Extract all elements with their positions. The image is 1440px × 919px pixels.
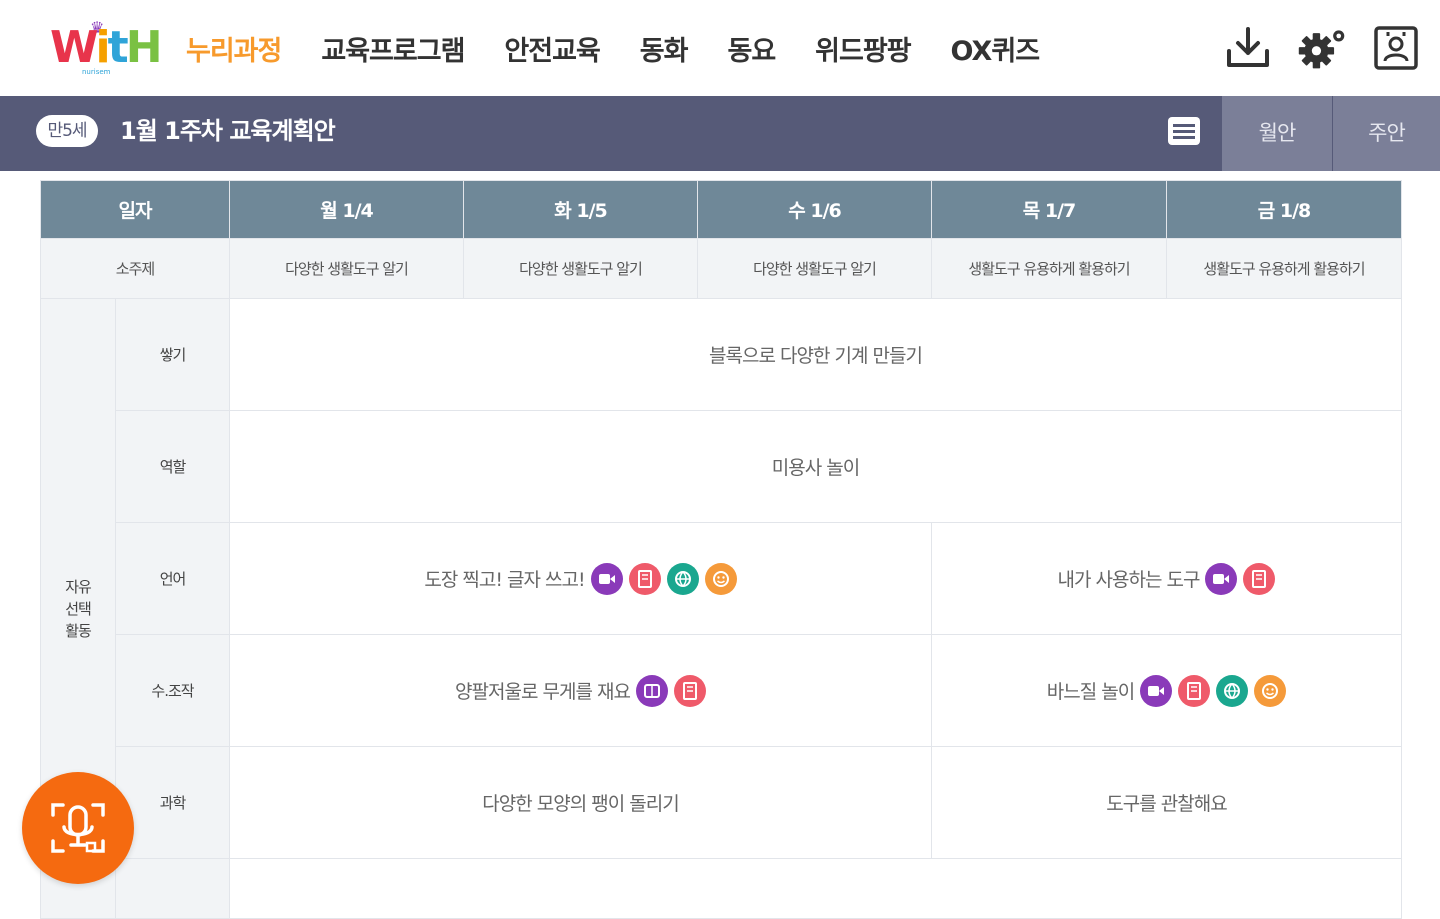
settings-icon[interactable] — [1296, 24, 1348, 72]
profile-icon[interactable] — [1370, 24, 1422, 72]
activity-cell[interactable]: 블록으로 다양한 기계 만들기 — [229, 298, 1402, 411]
activity-title[interactable]: 블록으로 다양한 기계 만들기 — [709, 345, 923, 367]
activity-cell[interactable]: 미용사 놀이 — [229, 410, 1402, 523]
activity-link[interactable]: 도장 찍고! 글자 쓰고! — [424, 562, 737, 595]
tab-weekly-plan[interactable]: 주안 — [1333, 96, 1440, 171]
nav-fairy-tale[interactable]: 동화 — [640, 29, 689, 68]
subtopic-thu: 생활도구 유용하게 활용하기 — [931, 238, 1167, 299]
table-row: 역할 미용사 놀이 — [41, 410, 1402, 523]
weekly-plan-table: 일자 월 1/4 화 1/5 수 1/6 목 1/7 금 1/8 소주제 다양한… — [40, 180, 1402, 919]
activity-title[interactable]: 다양한 모양의 팽이 돌리기 — [482, 793, 679, 815]
subtopic-label: 소주제 — [40, 238, 230, 299]
activity-cell: 바느질 놀이 — [931, 634, 1402, 747]
nav-nuri-curriculum[interactable]: 누리과정 — [186, 29, 282, 68]
table-row — [41, 858, 1402, 919]
list-view-icon[interactable] — [1166, 114, 1202, 148]
video-icon[interactable] — [1205, 562, 1238, 595]
download-icon[interactable] — [1222, 24, 1274, 72]
page-title: 1월 1주차 교육계획안 — [120, 117, 336, 145]
video-icon[interactable] — [590, 562, 623, 595]
column-header-wed: 수 1/6 — [697, 180, 932, 239]
globe-icon[interactable] — [1216, 674, 1249, 707]
activity-cell[interactable]: 도구를 관찰해요 — [931, 746, 1402, 859]
logo-wordmark: WitH — [50, 22, 163, 73]
book-icon[interactable] — [628, 562, 661, 595]
table-row: 과학 다양한 모양의 팽이 돌리기 도구를 관찰해요 — [41, 746, 1402, 859]
column-header-date: 일자 — [40, 180, 230, 239]
subtopic-tue: 다양한 생활도구 알기 — [463, 238, 698, 299]
column-header-fri: 금 1/8 — [1166, 180, 1402, 239]
area-label: 수.조작 — [115, 634, 230, 747]
voice-mic-icon — [51, 803, 105, 853]
nav-education-program[interactable]: 교육프로그램 — [321, 29, 465, 68]
top-navigation: ♛ WitH nurisem 누리과정 교육프로그램 안전교육 동화 동요 위드… — [0, 0, 1440, 96]
area-label — [115, 858, 230, 919]
area-label: 언어 — [115, 522, 230, 635]
ebook-icon[interactable] — [635, 674, 668, 707]
nav-ox-quiz[interactable]: OX퀴즈 — [951, 29, 1040, 68]
subtopic-mon: 다양한 생활도구 알기 — [229, 238, 464, 299]
voice-mic-button[interactable] — [22, 772, 134, 884]
logo-subtext: nurisem — [82, 68, 111, 76]
book-icon[interactable] — [1178, 674, 1211, 707]
table-row: 언어 도장 찍고! 글자 쓰고! 내가 사용하는 도구 — [41, 522, 1402, 635]
table-row: 수.조작 양팔저울로 무게를 재요 바느질 놀이 — [41, 634, 1402, 747]
activity-title[interactable]: 양팔저울로 무게를 재요 — [455, 677, 631, 704]
header-actions — [1200, 24, 1422, 72]
column-header-tue: 화 1/5 — [463, 180, 698, 239]
age-badge: 만5세 — [36, 115, 98, 147]
book-icon[interactable] — [1243, 562, 1276, 595]
activity-link[interactable]: 내가 사용하는 도구 — [1058, 562, 1276, 595]
area-label: 쌓기 — [115, 298, 230, 411]
activity-cell[interactable]: 다양한 모양의 팽이 돌리기 — [229, 746, 932, 859]
activity-link[interactable]: 바느질 놀이 — [1047, 674, 1287, 707]
nav-safety-education[interactable]: 안전교육 — [504, 29, 600, 68]
activity-title[interactable]: 도장 찍고! 글자 쓰고! — [424, 565, 585, 592]
subtopic-fri: 생활도구 유용하게 활용하기 — [1166, 238, 1402, 299]
main-menu: 누리과정 교육프로그램 안전교육 동화 동요 위드팡팡 OX퀴즈 — [186, 28, 1079, 68]
subtopic-row: 소주제 다양한 생활도구 알기 다양한 생활도구 알기 다양한 생활도구 알기 … — [40, 238, 1402, 299]
activity-title[interactable]: 도구를 관찰해요 — [1106, 793, 1227, 815]
column-header-mon: 월 1/4 — [229, 180, 464, 239]
nav-children-song[interactable]: 동요 — [727, 29, 776, 68]
category-label: 자유 선택 활동 — [65, 577, 92, 640]
book-icon[interactable] — [673, 674, 706, 707]
activity-cell: 양팔저울로 무게를 재요 — [229, 634, 932, 747]
plan-titlebar: 만5세 1월 1주차 교육계획안 월안 주안 — [0, 96, 1440, 171]
video-icon[interactable] — [1140, 674, 1173, 707]
activity-link[interactable]: 양팔저울로 무게를 재요 — [455, 674, 706, 707]
activity-cell: 내가 사용하는 도구 — [931, 522, 1402, 635]
with-logo[interactable]: ♛ WitH nurisem — [50, 20, 163, 78]
activity-title[interactable]: 미용사 놀이 — [772, 457, 860, 479]
table-row: 자유 선택 활동 쌓기 블록으로 다양한 기계 만들기 — [40, 298, 1402, 919]
face-icon[interactable] — [704, 562, 737, 595]
face-icon[interactable] — [1254, 674, 1287, 707]
activity-cell — [229, 858, 1402, 919]
subtopic-wed: 다양한 생활도구 알기 — [697, 238, 932, 299]
activity-cell: 도장 찍고! 글자 쓰고! — [229, 522, 932, 635]
nav-with-pangpang[interactable]: 위드팡팡 — [815, 29, 911, 68]
activity-title[interactable]: 바느질 놀이 — [1047, 677, 1135, 704]
column-header-thu: 목 1/7 — [931, 180, 1167, 239]
globe-icon[interactable] — [666, 562, 699, 595]
area-label: 과학 — [115, 746, 230, 859]
activity-title[interactable]: 내가 사용하는 도구 — [1058, 565, 1201, 592]
table-header-row: 일자 월 1/4 화 1/5 수 1/6 목 1/7 금 1/8 — [40, 180, 1402, 239]
area-label: 역할 — [115, 410, 230, 523]
tab-monthly-plan[interactable]: 월안 — [1222, 96, 1332, 171]
